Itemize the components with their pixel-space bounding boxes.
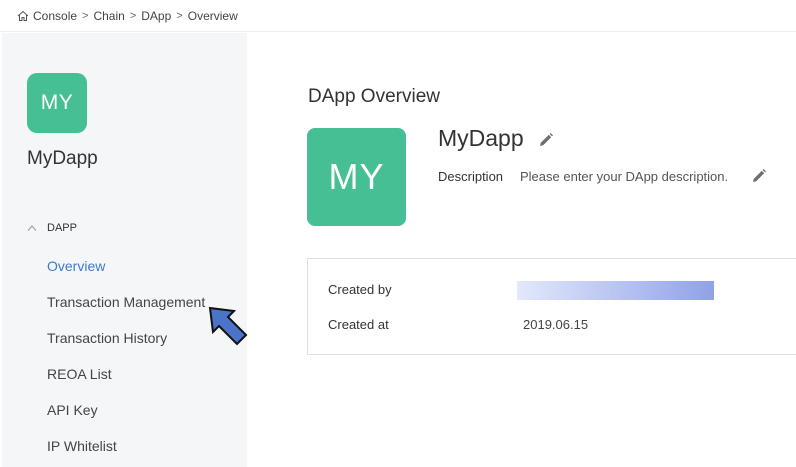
main-content: DApp Overview MY MyDapp Description Plea… <box>247 33 796 467</box>
pencil-icon[interactable] <box>538 132 554 148</box>
created-by-label: Created by <box>328 282 392 297</box>
breadcrumb-separator: > <box>129 9 137 22</box>
sidebar: MY MyDapp DAPP Overview Transaction Mana… <box>2 33 247 467</box>
created-at-label: Created at <box>328 317 389 332</box>
sidebar-section-dapp[interactable]: DAPP <box>27 222 77 234</box>
pencil-icon[interactable] <box>751 168 767 184</box>
chevron-up-icon <box>27 225 37 231</box>
home-icon[interactable] <box>17 10 29 22</box>
sidebar-item-overview[interactable]: Overview <box>47 258 105 274</box>
sidebar-item-reoa-list[interactable]: REOA List <box>47 366 112 382</box>
sidebar-item-ip-whitelist[interactable]: IP Whitelist <box>47 438 117 454</box>
description-value: Please enter your DApp description. <box>520 169 729 184</box>
sidebar-section-label: DAPP <box>47 222 77 234</box>
dapp-info-panel: Created by Created at 2019.06.15 <box>307 258 796 355</box>
description-label: Description <box>438 169 504 184</box>
sidebar-item-transaction-history[interactable]: Transaction History <box>47 330 167 346</box>
created-by-value-redacted <box>517 281 714 300</box>
sidebar-item-transaction-management[interactable]: Transaction Management <box>47 294 205 310</box>
breadcrumb-separator: > <box>82 9 89 22</box>
breadcrumb-chain[interactable]: Chain <box>93 9 124 23</box>
sidebar-item-api-key[interactable]: API Key <box>47 402 98 418</box>
breadcrumb-separator: > <box>176 9 183 22</box>
breadcrumb-overview: Overview <box>187 8 238 23</box>
dapp-name: MyDapp <box>438 125 524 151</box>
breadcrumb: Console > Chain > DApp > Overview <box>0 0 796 32</box>
sidebar-app-name: MyDapp <box>27 148 98 169</box>
dapp-avatar-large: MY <box>307 128 406 226</box>
created-at-value: 2019.06.15 <box>523 317 589 332</box>
page-title: DApp Overview <box>308 86 440 107</box>
breadcrumb-console[interactable]: Console <box>33 9 77 23</box>
cursor-arrow-icon <box>208 306 248 346</box>
dapp-avatar: MY <box>27 73 87 133</box>
breadcrumb-dapp[interactable]: DApp <box>141 9 171 23</box>
